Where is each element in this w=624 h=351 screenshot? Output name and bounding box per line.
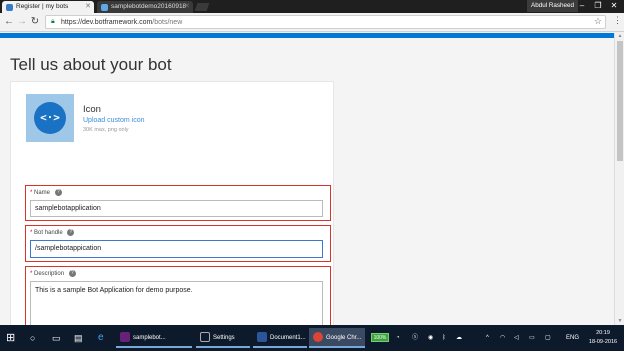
task-view-icon[interactable]: ▭ [52,328,61,348]
close-window-icon[interactable]: ✕ [608,0,620,12]
minimize-icon[interactable]: – [576,0,588,12]
clock-date: 18-09-2016 [588,339,618,345]
page-scrollbar[interactable]: ▲ ▼ [614,33,624,325]
name-field-group: * Name ? samplebotapplication [25,185,331,221]
tab-register-my-bots[interactable]: Register | my bots ✕ [2,1,94,13]
windows-taskbar: ⊞ ○ ▭ ▤ e samplebot... Settings Document… [0,325,624,351]
chrome-menu-icon[interactable]: ⋮ [613,15,622,26]
language-indicator[interactable]: ENG [566,328,579,348]
name-label: * Name ? [30,189,62,196]
tab-samplebotdemo[interactable]: samplebotdemo20160918 ✕ [97,1,193,13]
icon-size-note: 30K max, png only [83,127,129,133]
required-marker: * [30,271,33,278]
site-header-strip [0,33,614,38]
notification-icon[interactable]: ▢ [545,328,551,348]
bot-icon-preview: <·> [26,94,74,142]
bot-handle-input[interactable]: /samplebotappication [30,240,323,258]
icon-section-title: Icon [83,104,101,115]
visual-studio-icon [120,332,130,343]
system-clock[interactable]: 20:19 18-09-2016 [588,329,618,347]
tray-chevron-icon[interactable]: ^ [486,328,489,348]
tab-title: Register | my bots [16,3,69,10]
chrome-icon [313,332,323,343]
azure-favicon-icon [101,4,108,11]
tray-network-icon[interactable]: ◉ [428,328,433,348]
bot-code-icon: <·> [34,102,66,134]
close-tab-icon[interactable]: ✕ [85,1,91,13]
taskbar-app-word[interactable]: Document1... [253,328,307,348]
reload-icon[interactable]: ↻ [29,15,41,29]
taskbar-app-chrome[interactable]: Google Chr... [309,328,365,348]
help-icon[interactable]: ? [68,270,76,277]
new-tab-button[interactable] [194,3,210,11]
battery-tray-icon[interactable]: ▭ [529,328,535,348]
url-text: https://dev.botframework.com/bots/new [61,19,183,26]
browser-toolbar: ← → ↻ 🔒︎ https://dev.botframework.com/bo… [0,13,624,32]
taskbar-app-settings[interactable]: Settings [196,328,250,348]
tray-onedrive-icon[interactable]: ☁ [456,328,462,348]
tab-title: samplebotdemo20160918 [111,3,187,10]
description-field-group: * Description ? This is a sample Bot App… [25,266,331,325]
description-textarea[interactable]: This is a sample Bot Application for dem… [30,281,323,325]
bluetooth-icon[interactable]: ᛒ [442,328,446,348]
lock-icon: 🔒︎ [51,18,55,25]
bookmark-star-icon[interactable]: ☆ [594,16,602,27]
name-input[interactable]: samplebotapplication [30,200,323,217]
page-viewport: Tell us about your bot <·> Icon Upload c… [0,33,614,325]
required-marker: * [30,190,33,197]
page-title: Tell us about your bot [10,55,172,74]
upload-custom-icon-link[interactable]: Upload custom icon [83,117,144,124]
cortana-search-icon[interactable]: ○ [30,328,35,348]
address-bar[interactable]: 🔒︎ https://dev.botframework.com/bots/new… [45,15,606,29]
edge-icon[interactable]: e [98,328,104,348]
description-label: * Description ? [30,270,76,277]
back-arrow-icon[interactable]: ← [3,15,15,29]
tray-app-icon[interactable]: ◔ [396,328,400,348]
maximize-icon[interactable]: ❐ [592,0,604,12]
bot-framework-favicon-icon [6,4,13,11]
wifi-icon[interactable]: ◠ [500,328,505,348]
windows-start-icon[interactable]: ⊞ [6,328,15,348]
taskbar-app-visual-studio[interactable]: samplebot... [116,328,192,348]
scroll-thumb[interactable] [617,41,623,161]
settings-gear-icon [200,332,210,343]
bot-handle-label: * Bot handle ? [30,229,75,237]
battery-indicator[interactable]: 100% [371,333,389,342]
help-icon[interactable]: ? [54,189,62,196]
browser-tab-bar: Register | my bots ✕ samplebotdemo201609… [0,0,624,13]
close-tab-icon[interactable]: ✕ [184,1,190,13]
scroll-down-icon[interactable]: ▼ [615,318,624,325]
bot-handle-field-group: * Bot handle ? /samplebotappication [25,225,331,262]
word-icon [257,332,267,343]
volume-icon[interactable]: ◁ [514,328,519,348]
file-explorer-icon[interactable]: ▤ [74,328,83,348]
tray-skype-icon[interactable]: ⓢ [412,328,418,348]
scroll-up-icon[interactable]: ▲ [615,33,624,40]
bot-form-card: <·> Icon Upload custom icon 30K max, png… [10,81,334,325]
profile-button[interactable]: Abdul Rasheed [527,0,579,12]
required-marker: * [30,230,33,237]
clock-time: 20:19 [596,330,610,336]
forward-arrow-icon[interactable]: → [16,15,28,29]
help-icon[interactable]: ? [67,229,75,236]
